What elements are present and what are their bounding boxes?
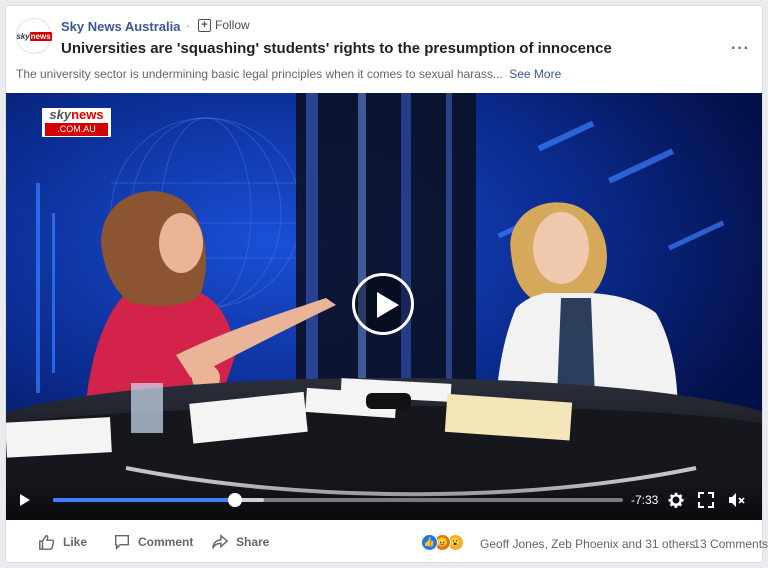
progress-bar[interactable] (53, 493, 623, 507)
logo-text-news: news (71, 107, 104, 122)
settings-gear-icon[interactable] (666, 490, 686, 510)
logo-text-sky: sky (49, 107, 72, 122)
follow-button[interactable]: + Follow (198, 18, 250, 32)
comment-label: Comment (138, 535, 194, 549)
reaction-summary[interactable]: Geoff Jones, Zeb Phoenix and 31 others (480, 537, 695, 551)
video-player[interactable]: skynews .COM.AU -7:33 (6, 93, 762, 520)
post-card: sky news Sky News Australia · + Follow Un… (5, 5, 768, 563)
comment-count-separator: · (686, 537, 690, 551)
post-header: sky news Sky News Australia · + Follow Un… (16, 16, 752, 60)
follow-label: Follow (215, 18, 250, 32)
avatar-logo-sky: sky (16, 31, 30, 41)
play-icon[interactable] (20, 494, 30, 506)
comment-bubble-icon (114, 534, 130, 551)
progress-scrubber[interactable] (228, 493, 243, 507)
like-label: Like (63, 535, 88, 549)
description-text: The university sector is undermining bas… (16, 67, 503, 81)
page-name-link[interactable]: Sky News Australia (61, 19, 180, 34)
comment-count-label: 13 Comments (693, 537, 768, 551)
avatar-logo-news: news (29, 31, 52, 41)
reaction-icons[interactable]: 👍 😠 😮 (421, 534, 464, 551)
comment-count[interactable]: · 13 Comments (686, 537, 768, 551)
progress-fill (53, 498, 236, 502)
fullscreen-icon[interactable] (696, 490, 716, 510)
ellipsis-icon[interactable]: ··· (731, 40, 750, 58)
page-avatar[interactable]: sky news (16, 18, 52, 54)
volume-muted-icon[interactable] (726, 490, 746, 510)
share-button[interactable]: Share (211, 533, 269, 551)
thumbs-up-icon (39, 534, 55, 550)
share-label: Share (236, 535, 270, 549)
video-controls: -7:33 (6, 480, 762, 520)
sky-news-logo: skynews .COM.AU (42, 108, 111, 137)
like-button[interactable]: Like (38, 533, 87, 551)
follow-plus-icon: + (198, 18, 211, 32)
comment-button[interactable]: Comment (113, 533, 193, 551)
post-title[interactable]: Universities are 'squashing' students' r… (61, 40, 612, 57)
play-overlay-button[interactable] (352, 273, 414, 335)
like-reaction-icon: 👍 (421, 534, 438, 551)
play-icon (377, 292, 399, 318)
time-remaining: -7:33 (631, 493, 659, 507)
logo-text-domain: .COM.AU (45, 123, 108, 136)
post-description: The university sector is undermining bas… (16, 67, 561, 81)
separator-dot: · (186, 18, 191, 33)
post-footer: Like Comment Share 👍 😠 😮 Geoff Jones, Ze… (6, 529, 768, 559)
share-arrow-icon (212, 534, 229, 549)
see-more-link[interactable]: See More (509, 67, 561, 81)
